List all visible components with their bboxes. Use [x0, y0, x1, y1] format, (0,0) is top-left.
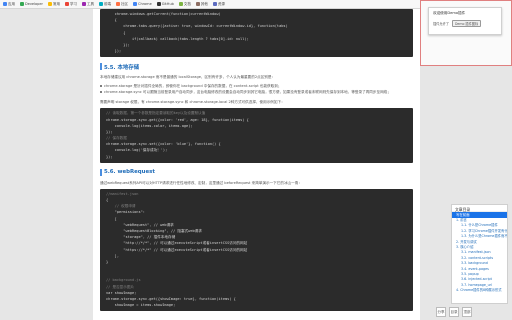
bookmark-item[interactable]: Chrome: [133, 2, 152, 6]
code-line: });: [106, 49, 122, 54]
demo-title: 欢迎使用Demo插件: [433, 11, 466, 15]
demo-row: 插件允许了 Demo 插件图标: [433, 20, 497, 27]
code-block-storage: // 读取数据，第一个参数是指定要读取的key以及设置默认值 chrome.sto…: [100, 108, 413, 163]
demo-button[interactable]: Demo 插件图标: [451, 20, 482, 27]
bookmark-item[interactable]: 资源: [212, 2, 225, 7]
share-button[interactable]: 分享: [436, 307, 446, 317]
bookmark-icon: [212, 2, 217, 6]
toc-item[interactable]: 4. Chrome插件的8种展示形式: [452, 288, 507, 293]
bookmark-icon: [48, 2, 53, 6]
bookmark-icon: [178, 2, 183, 6]
storage-intro: 本地存储建议用 chrome.storage 而不是普通的 localStora…: [100, 75, 276, 80]
bookmark-icon: [156, 2, 161, 6]
bookmark-item[interactable]: 前端: [99, 2, 111, 7]
toc-toggle-button[interactable]: 目录: [449, 307, 459, 317]
bullet-icon: [100, 91, 102, 94]
bookmark-item[interactable]: 文档: [178, 2, 191, 7]
bookmark-item[interactable]: 工具: [82, 2, 94, 7]
list-item: chrome.storage.sync 可以跟随当前登录用户自动同步，这台电脑修…: [100, 89, 413, 95]
demo-popup: 欢迎使用Demo插件 插件允许了 Demo 插件图标: [428, 7, 502, 35]
storage-bullets: chrome.storage 是针对插件全局的，即使你在 background …: [100, 83, 413, 95]
bookmark-item[interactable]: 学习: [65, 2, 77, 7]
section-heading-storage: 5.5. 本地存储: [100, 63, 413, 71]
toc-item[interactable]: 1.3. 为什么是Chrome插件而不是Firefox: [452, 234, 507, 239]
code-line: showImage = items.showImage;: [106, 303, 176, 308]
storage-note: 需要声明 storage 权限，有 chrome.storage.sync 和 …: [100, 100, 285, 105]
toc-list: 1. 前言 1.1. 什么是Chrome插件 1.2. 学习Chrome插件开发有什…: [452, 218, 507, 293]
bookmark-icon: [3, 2, 7, 6]
bookmark-item[interactable]: 应用: [3, 2, 15, 7]
bookmark-icon: [20, 2, 24, 6]
toc-title: 文章目录: [452, 205, 507, 212]
demo-screenshot: 欢迎使用Demo插件 插件允许了 Demo 插件图标: [420, 0, 512, 66]
demo-text: 插件允许了: [433, 22, 449, 26]
bullet-icon: [100, 85, 102, 88]
bookmark-icon: [133, 2, 138, 6]
bookmark-icon: [116, 2, 121, 6]
bookmark-icon: [99, 2, 104, 6]
back-to-top-button[interactable]: 顶部: [462, 307, 472, 317]
webrequest-intro: 通过webRequest系列API可以对HTTP请求进行任性地修改、定制，这里通…: [100, 180, 302, 185]
bookmark-icon: [82, 2, 87, 6]
bookmark-icon: [195, 2, 200, 6]
bookmark-item[interactable]: 其他: [195, 2, 208, 7]
bookmark-item[interactable]: 社区: [116, 2, 128, 7]
bookmark-item[interactable]: Developer: [20, 2, 43, 6]
bookmark-item[interactable]: GitHub: [156, 2, 174, 6]
table-of-contents: 文章目录 写在前面 1. 前言 1.1. 什么是Chrome插件 1.2. 学习Ch…: [451, 204, 508, 304]
section-heading-webrequest: 5.6. webRequest: [100, 168, 413, 176]
article-content: chrome.windows.getCurrent(function(curre…: [93, 9, 420, 320]
bookmark-item[interactable]: 常用: [48, 2, 60, 7]
code-block-get-tab: chrome.windows.getCurrent(function(curre…: [100, 9, 413, 58]
code-block-webrequest: //manifest.json{ // 权限申请 "permissions": …: [100, 188, 413, 312]
bookmark-icon: [65, 2, 70, 6]
code-line: });: [106, 154, 113, 159]
